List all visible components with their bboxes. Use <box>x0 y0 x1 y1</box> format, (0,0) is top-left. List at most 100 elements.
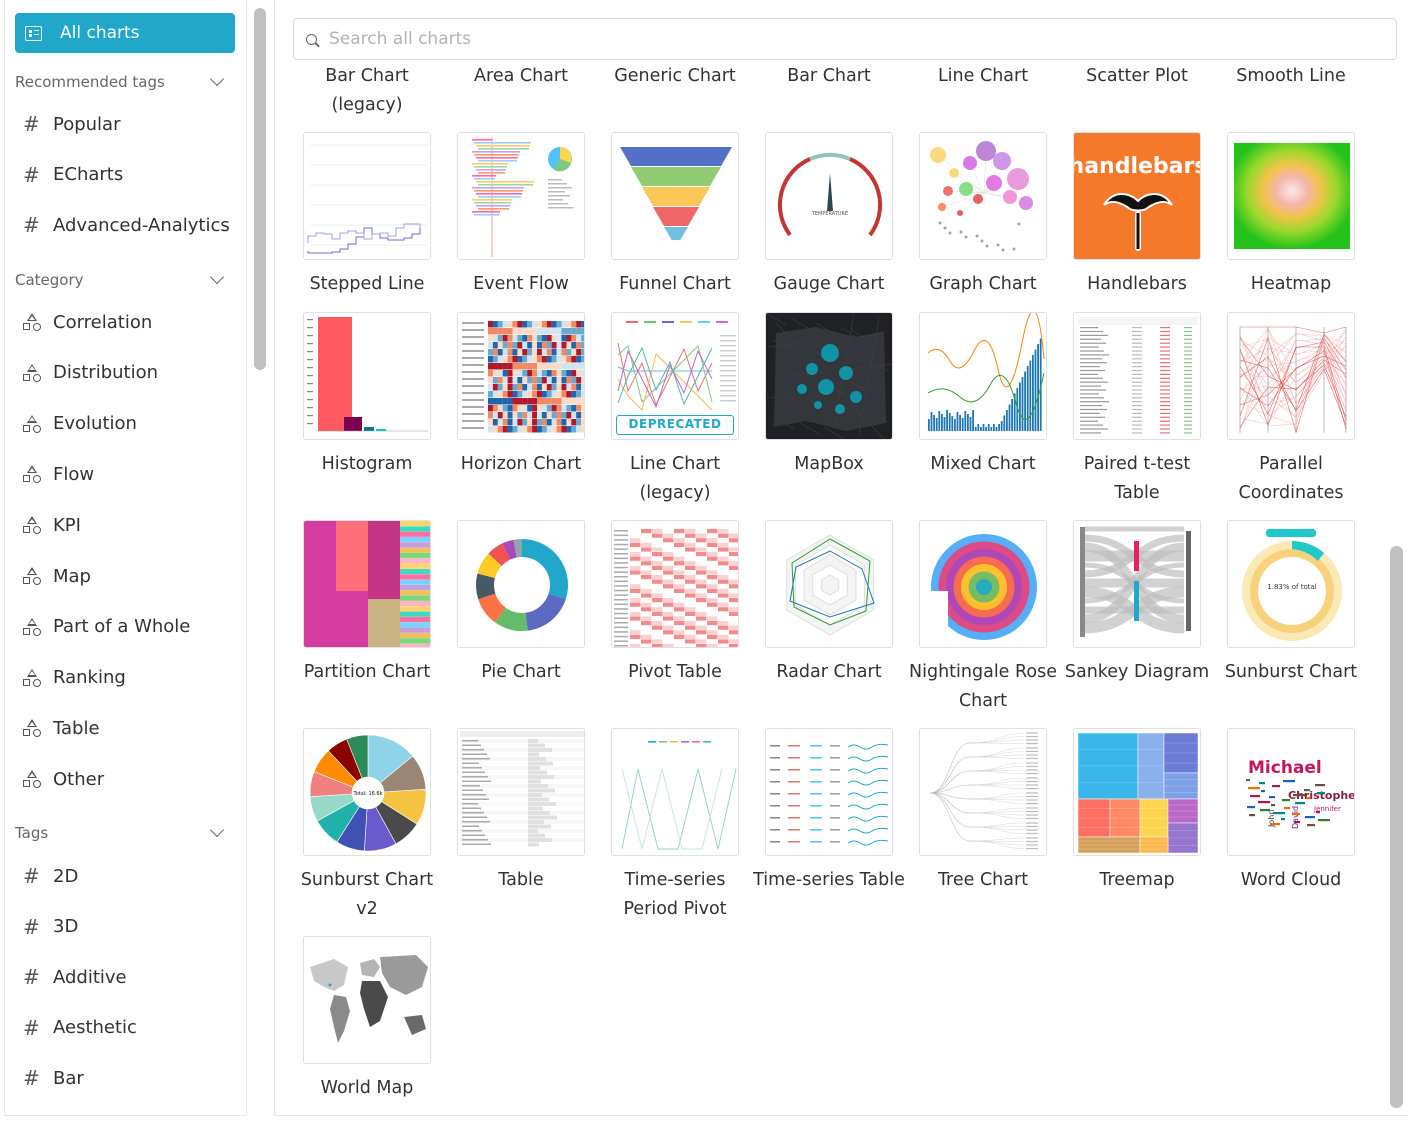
chart-label[interactable]: Table <box>444 866 598 895</box>
chart-label[interactable]: Mixed Chart <box>906 450 1060 479</box>
chart-label[interactable]: World Map <box>290 1074 444 1103</box>
chart-label[interactable]: Parallel Coordinates <box>1214 450 1368 508</box>
chart-thumbnail-tsperiod[interactable] <box>611 728 739 856</box>
chart-thumbnail-mixed[interactable] <box>919 312 1047 440</box>
chart-label[interactable]: Generic Chart <box>598 62 752 91</box>
category-item[interactable]: Distribution <box>23 359 158 387</box>
chart-label[interactable]: Sankey Diagram <box>1060 658 1214 687</box>
tag-item[interactable]: # Additive <box>23 963 127 991</box>
chart-label[interactable]: Bar Chart <box>752 62 906 91</box>
category-item[interactable]: Correlation <box>23 308 152 336</box>
chart-thumbnail-histogram[interactable] <box>303 312 431 440</box>
chart-thumbnail-partition[interactable] <box>303 520 431 648</box>
chart-label[interactable]: Scatter Plot <box>1060 62 1214 91</box>
search-input[interactable] <box>329 29 1329 49</box>
chart-label[interactable]: Nightingale Rose Chart <box>906 658 1060 716</box>
chart-thumbnail-mapbox[interactable] <box>765 312 893 440</box>
chart-label[interactable]: Time-series Period Pivot <box>598 866 752 924</box>
sidebar-scrollbar-thumb[interactable] <box>254 8 266 370</box>
chart-thumbnail-treemap[interactable] <box>1073 728 1201 856</box>
chart-label[interactable]: Treemap <box>1060 866 1214 895</box>
chart-thumbnail-funnel[interactable] <box>611 132 739 260</box>
chart-label[interactable]: Area Chart <box>444 62 598 91</box>
gallery-scrollbar-thumb[interactable] <box>1390 546 1403 1108</box>
chevron-down-icon <box>209 71 225 87</box>
chart-thumbnail-table[interactable] <box>457 728 585 856</box>
chart-thumbnail-radar[interactable] <box>765 520 893 648</box>
tag-item[interactable]: #2D <box>23 862 78 890</box>
gallery-scrollbar[interactable] <box>1387 66 1405 1112</box>
tag-item[interactable]: # ECharts <box>23 161 123 189</box>
chart-label[interactable]: Stepped Line <box>290 270 444 299</box>
category-item[interactable]: Other <box>23 765 104 793</box>
tag-item[interactable]: # Popular <box>23 110 121 138</box>
chart-label[interactable]: Funnel Chart <box>598 270 752 299</box>
chart-label[interactable]: Histogram <box>290 450 444 479</box>
chart-thumbnail-parallel[interactable] <box>1227 312 1355 440</box>
chart-label[interactable]: Handlebars <box>1060 270 1214 299</box>
chart-label[interactable]: Event Flow <box>444 270 598 299</box>
search-box[interactable] <box>293 18 1397 60</box>
chart-thumbnail-graph[interactable] <box>919 132 1047 260</box>
chart-thumbnail-paired[interactable] <box>1073 312 1201 440</box>
category-header[interactable]: Category <box>15 269 230 291</box>
chart-thumbnail-linelegacy[interactable]: DEPRECATED <box>611 312 739 440</box>
chart-label[interactable]: Word Cloud <box>1214 866 1368 895</box>
recommended-tags-header[interactable]: Recommended tags <box>15 71 230 93</box>
chart-thumbnail-pivot[interactable] <box>611 520 739 648</box>
chart-thumbnail-heatmap[interactable] <box>1227 132 1355 260</box>
chart-thumbnail-rose[interactable] <box>919 520 1047 648</box>
category-item[interactable]: Table <box>23 714 100 742</box>
nav-item-label: Advanced-Analytics <box>53 214 230 236</box>
chart-thumbnail-pie[interactable] <box>457 520 585 648</box>
chart-thumbnail-worldmap[interactable] <box>303 936 431 1064</box>
sidebar-scrollbar[interactable] <box>252 6 268 1114</box>
chart-thumbnail-wordcloud[interactable]: Michael Christopher Jennifer David John <box>1227 728 1355 856</box>
chart-label[interactable]: Line Chart <box>906 62 1060 91</box>
chart-thumbnail-eventflow[interactable] <box>457 132 585 260</box>
chart-label[interactable]: Smooth Line <box>1214 62 1368 91</box>
chart-thumbnail-handlebars[interactable]: handlebars <box>1073 132 1201 260</box>
category-item[interactable]: Part of a Whole <box>23 613 190 641</box>
category-item[interactable]: Ranking <box>23 664 126 692</box>
chart-label[interactable]: Bar Chart (legacy) <box>290 62 444 120</box>
chart-label[interactable]: MapBox <box>752 450 906 479</box>
chart-label[interactable]: Paired t-test Table <box>1060 450 1214 508</box>
tag-item[interactable]: # Aesthetic <box>23 1014 137 1042</box>
chart-label[interactable]: Gauge Chart <box>752 270 906 299</box>
chart-thumbnail-sunburst2[interactable]: Total: 16.6k <box>303 728 431 856</box>
tags-header[interactable]: Tags <box>15 822 230 844</box>
category-item[interactable]: Flow <box>23 460 94 488</box>
category-item[interactable]: KPI <box>23 511 81 539</box>
chart-label[interactable]: Sunburst Chart v2 <box>290 866 444 924</box>
tag-item[interactable]: # Bar <box>23 1064 84 1092</box>
all-charts-button[interactable]: All charts <box>15 13 235 53</box>
chart-thumbnail-tree[interactable] <box>919 728 1047 856</box>
chart-label[interactable]: Graph Chart <box>906 270 1060 299</box>
all-charts-label: All charts <box>60 23 140 43</box>
chart-thumbnail-sankey[interactable] <box>1073 520 1201 648</box>
chart-label[interactable]: Radar Chart <box>752 658 906 687</box>
chart-thumbnail-stepped[interactable] <box>303 132 431 260</box>
category-item[interactable]: Map <box>23 562 91 590</box>
chart-label[interactable]: Partition Chart <box>290 658 444 687</box>
chart-label[interactable]: Pivot Table <box>598 658 752 687</box>
chart-label[interactable]: Line Chart (legacy) <box>598 450 752 508</box>
chart-label[interactable]: Sunburst Chart <box>1214 658 1368 687</box>
chart-thumbnail-tstable[interactable] <box>765 728 893 856</box>
chart-label[interactable]: Horizon Chart <box>444 450 598 479</box>
chevron-down-icon <box>209 822 225 838</box>
nav-item-label: Additive <box>53 966 127 988</box>
tag-item[interactable]: #3D <box>23 913 78 941</box>
chart-label[interactable]: Heatmap <box>1214 270 1368 299</box>
chart-label[interactable]: Pie Chart <box>444 658 598 687</box>
tag-item[interactable]: # Advanced-Analytics <box>23 211 230 239</box>
chart-thumbnail-horizon[interactable] <box>457 312 585 440</box>
category-item[interactable]: Evolution <box>23 410 137 438</box>
chart-label[interactable]: Time-series Table <box>752 866 906 895</box>
chart-thumbnail-gauge[interactable]: TEMPERATURE <box>765 132 893 260</box>
chart-gallery-app: All charts Recommended tags Category Tag… <box>0 0 1408 1124</box>
nav-item-label: Ranking <box>53 667 126 689</box>
chart-label[interactable]: Tree Chart <box>906 866 1060 895</box>
chart-thumbnail-sunburst[interactable]: 1.83% of total <box>1227 520 1355 648</box>
